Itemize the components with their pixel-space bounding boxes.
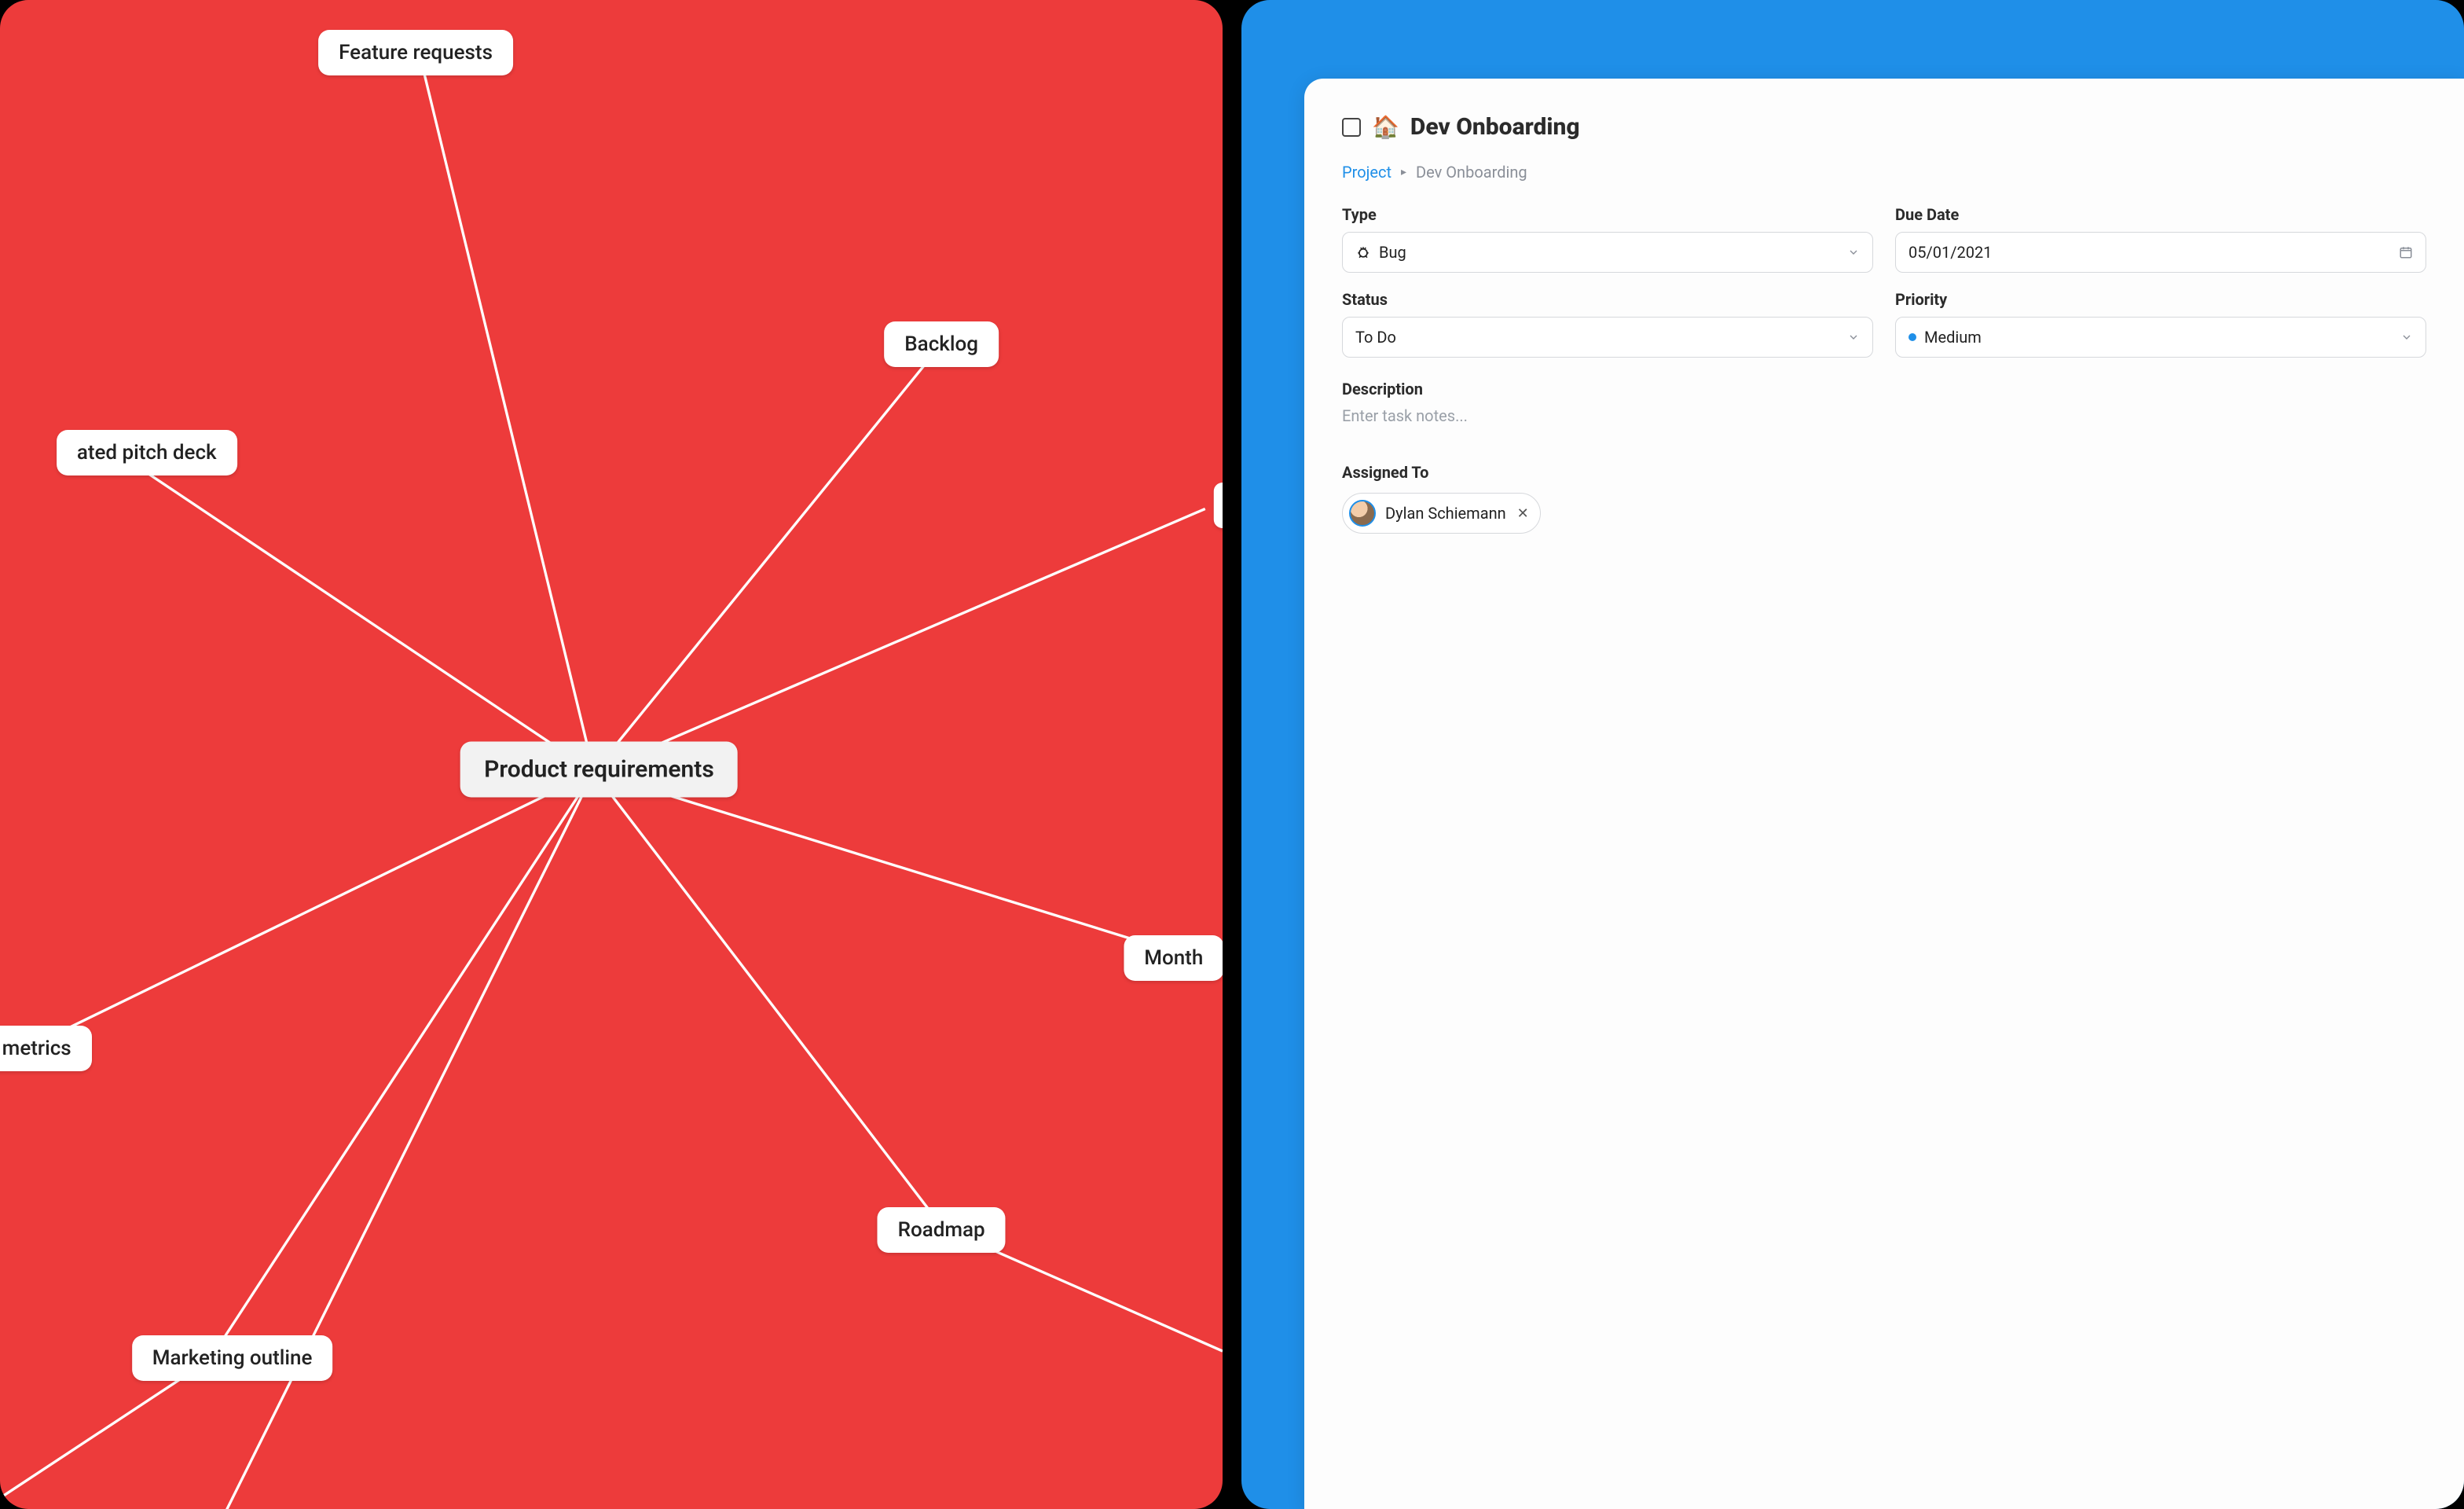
mindmap-panel: Feature requests Backlog ated pitch deck… bbox=[0, 0, 1223, 1509]
mindmap-node-edge-stub[interactable] bbox=[1214, 483, 1223, 528]
mindmap-node-backlog[interactable]: Backlog bbox=[884, 321, 999, 367]
chevron-down-icon bbox=[1847, 246, 1860, 259]
task-complete-checkbox[interactable] bbox=[1342, 118, 1361, 137]
chevron-right-icon: ▸ bbox=[1401, 166, 1406, 178]
priority-select[interactable]: Medium bbox=[1895, 317, 2426, 358]
field-due-date-label: Due Date bbox=[1895, 205, 2426, 224]
field-priority-label: Priority bbox=[1895, 290, 2426, 309]
field-due-date: Due Date 05/01/2021 bbox=[1895, 205, 2426, 273]
mindmap-node-center[interactable]: Product requirements bbox=[460, 742, 738, 798]
avatar bbox=[1349, 500, 1376, 527]
status-value: To Do bbox=[1355, 328, 1396, 347]
assignee-chip[interactable]: Dylan Schiemann ✕ bbox=[1342, 493, 1541, 534]
bug-icon bbox=[1355, 244, 1371, 260]
type-select[interactable]: Bug bbox=[1342, 232, 1873, 273]
field-priority: Priority Medium bbox=[1895, 290, 2426, 358]
priority-dot-icon bbox=[1908, 333, 1916, 341]
chevron-down-icon bbox=[1847, 331, 1860, 343]
remove-assignee-button[interactable]: ✕ bbox=[1517, 505, 1529, 522]
field-status-label: Status bbox=[1342, 290, 1873, 309]
task-title-emoji: 🏠 bbox=[1372, 116, 1399, 138]
field-type-label: Type bbox=[1342, 205, 1873, 224]
breadcrumb-root[interactable]: Project bbox=[1342, 163, 1392, 182]
priority-value: Medium bbox=[1924, 328, 1982, 347]
type-value: Bug bbox=[1379, 243, 1406, 262]
due-date-value: 05/01/2021 bbox=[1908, 243, 1992, 262]
mindmap-node-pitch-deck[interactable]: ated pitch deck bbox=[57, 430, 237, 475]
mindmap-node-roadmap[interactable]: Roadmap bbox=[878, 1207, 1006, 1253]
field-status: Status To Do bbox=[1342, 290, 1873, 358]
chevron-down-icon bbox=[2400, 331, 2413, 343]
task-title-row: 🏠 Dev Onboarding bbox=[1342, 113, 2426, 141]
mindmap-node-feature-requests[interactable]: Feature requests bbox=[318, 30, 513, 75]
due-date-input[interactable]: 05/01/2021 bbox=[1895, 232, 2426, 273]
task-title: Dev Onboarding bbox=[1410, 113, 1580, 141]
mindmap-canvas[interactable]: Feature requests Backlog ated pitch deck… bbox=[0, 0, 1223, 1509]
assigned-to-label: Assigned To bbox=[1342, 463, 2426, 482]
mindmap-node-marketing-outline[interactable]: Marketing outline bbox=[132, 1335, 333, 1381]
task-panel: 🏠 Dev Onboarding Project ▸ Dev Onboardin… bbox=[1241, 0, 2464, 1509]
calendar-icon bbox=[2399, 245, 2413, 259]
breadcrumb: Project ▸ Dev Onboarding bbox=[1342, 163, 2426, 182]
mindmap-node-metrics[interactable]: metrics bbox=[0, 1026, 92, 1071]
breadcrumb-leaf: Dev Onboarding bbox=[1416, 163, 1527, 182]
description-label: Description bbox=[1342, 380, 2426, 398]
status-select[interactable]: To Do bbox=[1342, 317, 1873, 358]
mindmap-node-month[interactable]: Month bbox=[1124, 935, 1223, 981]
field-type: Type Bug bbox=[1342, 205, 1873, 273]
description-input[interactable]: Enter task notes... bbox=[1342, 406, 2426, 425]
task-card: 🏠 Dev Onboarding Project ▸ Dev Onboardin… bbox=[1304, 79, 2464, 1509]
assignee-name: Dylan Schiemann bbox=[1385, 504, 1506, 523]
